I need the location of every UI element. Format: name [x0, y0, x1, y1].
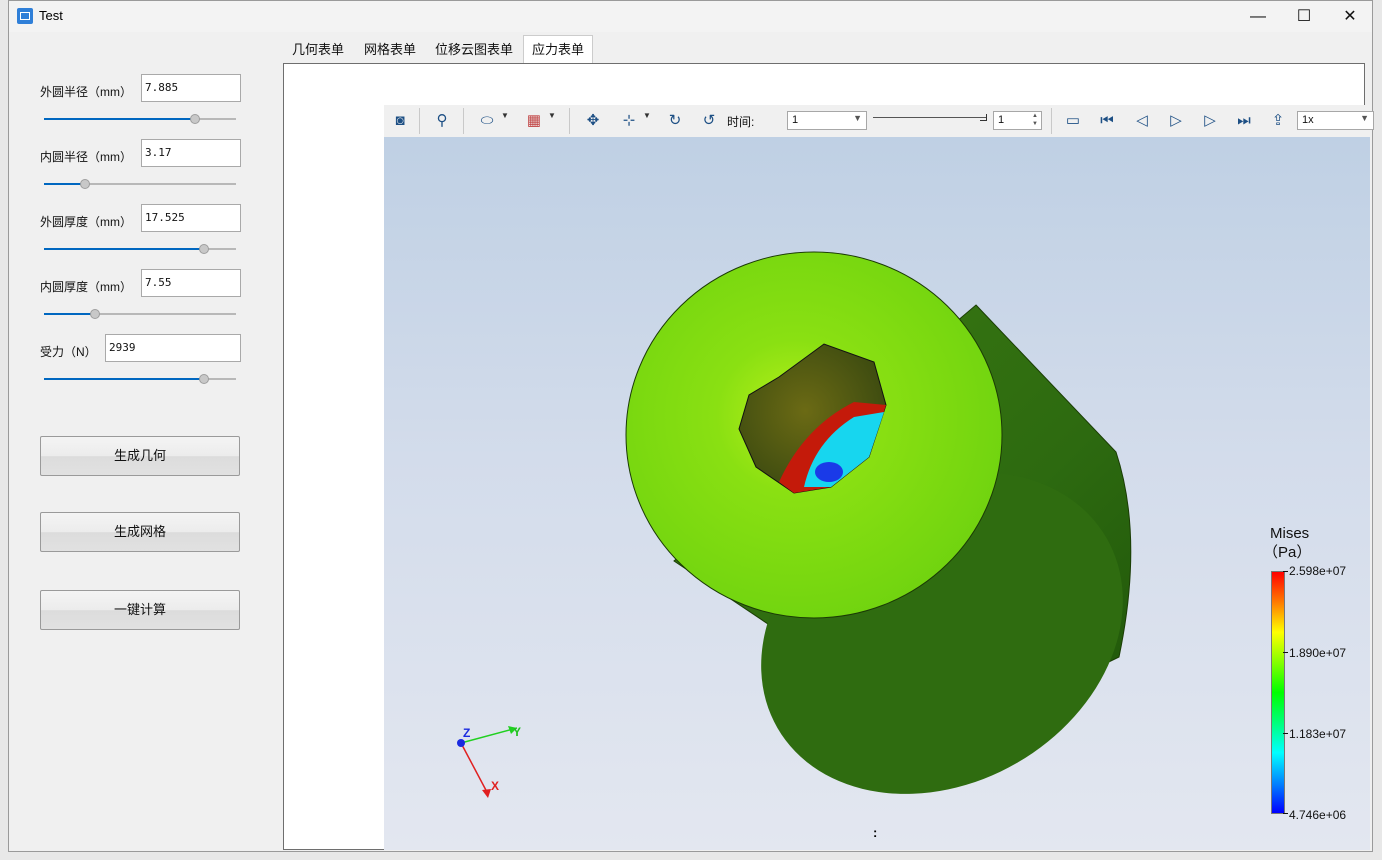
inner-thickness-input[interactable]: 7.55: [141, 269, 241, 297]
legend-min: 4.746e+06: [1289, 808, 1347, 822]
maximize-button[interactable]: ☐: [1281, 1, 1327, 32]
force-label: 受力（N）: [40, 345, 97, 359]
step-spinbox[interactable]: 1 ▲ ▼: [993, 111, 1042, 130]
time-slider-track[interactable]: [873, 117, 987, 118]
last-frame-icon[interactable]: ⏭: [1231, 109, 1257, 133]
clip-dropdown-icon[interactable]: ▼: [501, 111, 509, 120]
first-frame-icon[interactable]: ⏮: [1094, 109, 1120, 133]
force-input[interactable]: 2939: [105, 334, 241, 362]
tab-displacement[interactable]: 位移云图表单: [431, 37, 517, 63]
color-dropdown-icon[interactable]: ▼: [548, 111, 556, 120]
legend-max: 2.598e+07: [1289, 564, 1347, 578]
inner-radius-slider[interactable]: [44, 178, 236, 190]
chevron-down-icon: ▼: [853, 113, 862, 123]
slider-handle[interactable]: [90, 309, 100, 319]
outer-radius-input[interactable]: 7.885: [141, 74, 241, 102]
spin-arrows-icon[interactable]: ▲ ▼: [1032, 112, 1038, 128]
inner-thickness-label: 内圆厚度（mm）: [40, 280, 132, 294]
play-icon[interactable]: ▷: [1163, 109, 1189, 133]
legend-title: Mises: [1270, 525, 1310, 542]
time-select[interactable]: 1 ▼: [787, 111, 867, 130]
render-canvas[interactable]: Mises （Pa） 2.598e+07 1.890e+07 1.183e+07…: [384, 137, 1370, 850]
axes-icon[interactable]: ⊹: [616, 109, 642, 133]
time-slider-handle[interactable]: [980, 114, 987, 121]
minimize-button[interactable]: —: [1235, 1, 1281, 32]
speed-select[interactable]: 1x ▼: [1297, 111, 1374, 130]
inner-thickness-slider[interactable]: [44, 308, 236, 320]
compute-button[interactable]: 一键计算: [40, 590, 240, 630]
clip-icon[interactable]: ⬭: [474, 109, 500, 133]
z-axis-label: Z: [463, 726, 471, 740]
cube-color-icon[interactable]: ▦: [521, 109, 547, 133]
slider-handle[interactable]: [190, 114, 200, 124]
camera-icon[interactable]: ◙: [387, 109, 413, 133]
parameter-panel: 外圆半径（mm） 7.885 内圆半径（mm） 3.17 外圆厚度（mm） 17…: [9, 32, 283, 850]
time-label: 时间:: [727, 115, 755, 129]
main-window: Test — ☐ ✕ 外圆半径（mm） 7.885 内圆半径（mm） 3.17 …: [8, 0, 1374, 852]
slider-handle[interactable]: [80, 179, 90, 189]
speed-select-value: 1x: [1302, 114, 1314, 126]
tab-stress[interactable]: 应力表单: [523, 35, 593, 65]
outer-radius-slider[interactable]: [44, 113, 236, 125]
prev-frame-icon[interactable]: ◁: [1129, 109, 1155, 133]
rotate-cw-icon[interactable]: ↻: [662, 109, 688, 133]
legend-color-bar: [1271, 571, 1285, 814]
outer-thickness-label: 外圆厚度（mm）: [40, 215, 132, 229]
viewer-toolbar: ◙ ⚲ ⬭ ▼ ▦ ▼ ✥ ⊹ ▼ ↻ ↺ 时间: 1 ▼ 1 ▲ ▼ ▭ ⏮ …: [384, 105, 1374, 138]
x-axis-label: X: [491, 779, 500, 793]
3d-viewer: ◙ ⚲ ⬭ ▼ ▦ ▼ ✥ ⊹ ▼ ↻ ↺ 时间: 1 ▼ 1 ▲ ▼ ▭ ⏮ …: [384, 105, 1374, 850]
outer-thickness-input[interactable]: 17.525: [141, 204, 241, 232]
legend-unit: （Pa）: [1263, 544, 1312, 561]
fit-icon[interactable]: ✥: [580, 109, 606, 133]
step-value: 1: [998, 114, 1005, 126]
generate-geometry-button[interactable]: 生成几何: [40, 436, 240, 476]
rotate-ccw-icon[interactable]: ↺: [696, 109, 722, 133]
generate-mesh-button[interactable]: 生成网格: [40, 512, 240, 552]
record-icon[interactable]: ▭: [1060, 109, 1086, 133]
y-axis-label: Y: [513, 725, 522, 739]
tab-geometry[interactable]: 几何表单: [287, 37, 349, 63]
chevron-down-icon: ▼: [1360, 113, 1369, 123]
inner-radius-label: 内圆半径（mm）: [40, 150, 132, 164]
axes-dropdown-icon[interactable]: ▼: [643, 111, 651, 120]
next-frame-icon[interactable]: ▷: [1197, 109, 1223, 133]
legend-mid-low: 1.183e+07: [1289, 727, 1347, 741]
slider-handle[interactable]: [199, 374, 209, 384]
force-slider[interactable]: [44, 373, 236, 385]
tab-mesh[interactable]: 网格表单: [359, 37, 421, 63]
outer-thickness-slider[interactable]: [44, 243, 236, 255]
outer-radius-label: 外圆半径（mm）: [40, 85, 132, 99]
status-mark: :: [873, 825, 878, 840]
time-select-value: 1: [792, 114, 799, 126]
title-bar: Test — ☐ ✕: [9, 1, 1372, 32]
slider-handle[interactable]: [199, 244, 209, 254]
app-icon: [17, 8, 33, 24]
legend-mid-high: 1.890e+07: [1289, 646, 1347, 660]
zoom-icon[interactable]: ⚲: [429, 109, 455, 133]
window-title: Test: [39, 8, 63, 23]
export-icon[interactable]: ⇪: [1265, 109, 1291, 133]
close-button[interactable]: ✕: [1327, 1, 1373, 32]
inner-radius-input[interactable]: 3.17: [141, 139, 241, 167]
